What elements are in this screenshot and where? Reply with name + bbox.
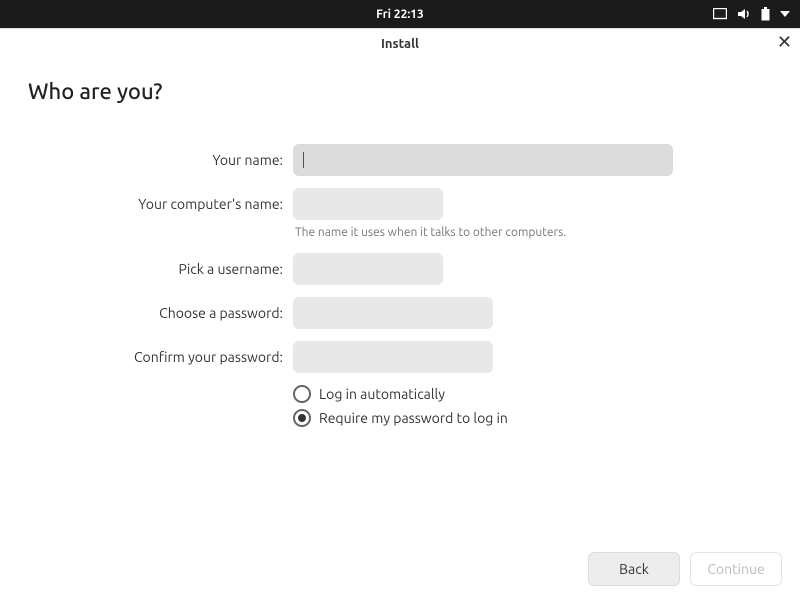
- screen-icon: [713, 8, 727, 20]
- back-button[interactable]: Back: [588, 552, 680, 586]
- page-content: Who are you? Your name: Your computer's …: [0, 59, 800, 540]
- install-window: Install ✕ Who are you? Your name: Your c…: [0, 28, 800, 600]
- continue-button[interactable]: Continue: [690, 552, 782, 586]
- row-username: Pick a username:: [28, 253, 772, 285]
- footer-buttons: Back Continue: [0, 540, 800, 600]
- text-caret: [303, 152, 304, 168]
- confirm-password-label: Confirm your password:: [28, 349, 293, 365]
- row-password: Choose a password:: [28, 297, 772, 329]
- your-name-input[interactable]: [293, 144, 673, 176]
- back-button-label: Back: [619, 561, 649, 577]
- password-label: Choose a password:: [28, 305, 293, 321]
- clock: Fri 22:13: [376, 8, 424, 21]
- system-status-area[interactable]: [713, 0, 790, 28]
- username-input[interactable]: [293, 253, 443, 285]
- radio-auto-login[interactable]: [293, 385, 311, 403]
- battery-icon: [761, 7, 770, 21]
- radio-auto-login-label: Log in automatically: [319, 386, 445, 402]
- page-title: Who are you?: [28, 79, 772, 104]
- radio-require-password-row[interactable]: Require my password to log in: [28, 409, 772, 427]
- system-topbar: Fri 22:13: [0, 0, 800, 28]
- close-button[interactable]: ✕: [777, 33, 792, 51]
- computer-name-label: Your computer's name:: [28, 196, 293, 212]
- username-label: Pick a username:: [28, 261, 293, 277]
- window-title: Install: [381, 37, 419, 51]
- radio-require-password-label: Require my password to log in: [319, 410, 508, 426]
- your-name-label: Your name:: [28, 152, 293, 168]
- chevron-down-icon: [780, 11, 790, 17]
- confirm-password-input[interactable]: [293, 341, 493, 373]
- radio-require-password[interactable]: [293, 409, 311, 427]
- volume-icon: [737, 8, 751, 20]
- computer-name-hint: The name it uses when it talks to other …: [293, 226, 566, 239]
- row-computer-name: Your computer's name:: [28, 188, 772, 220]
- window-titlebar: Install ✕: [0, 29, 800, 59]
- password-input[interactable]: [293, 297, 493, 329]
- row-your-name: Your name:: [28, 144, 772, 176]
- radio-auto-login-row[interactable]: Log in automatically: [28, 385, 772, 403]
- computer-name-input[interactable]: [293, 188, 443, 220]
- computer-name-hint-row: The name it uses when it talks to other …: [28, 226, 772, 239]
- continue-button-label: Continue: [707, 561, 764, 577]
- row-confirm-password: Confirm your password:: [28, 341, 772, 373]
